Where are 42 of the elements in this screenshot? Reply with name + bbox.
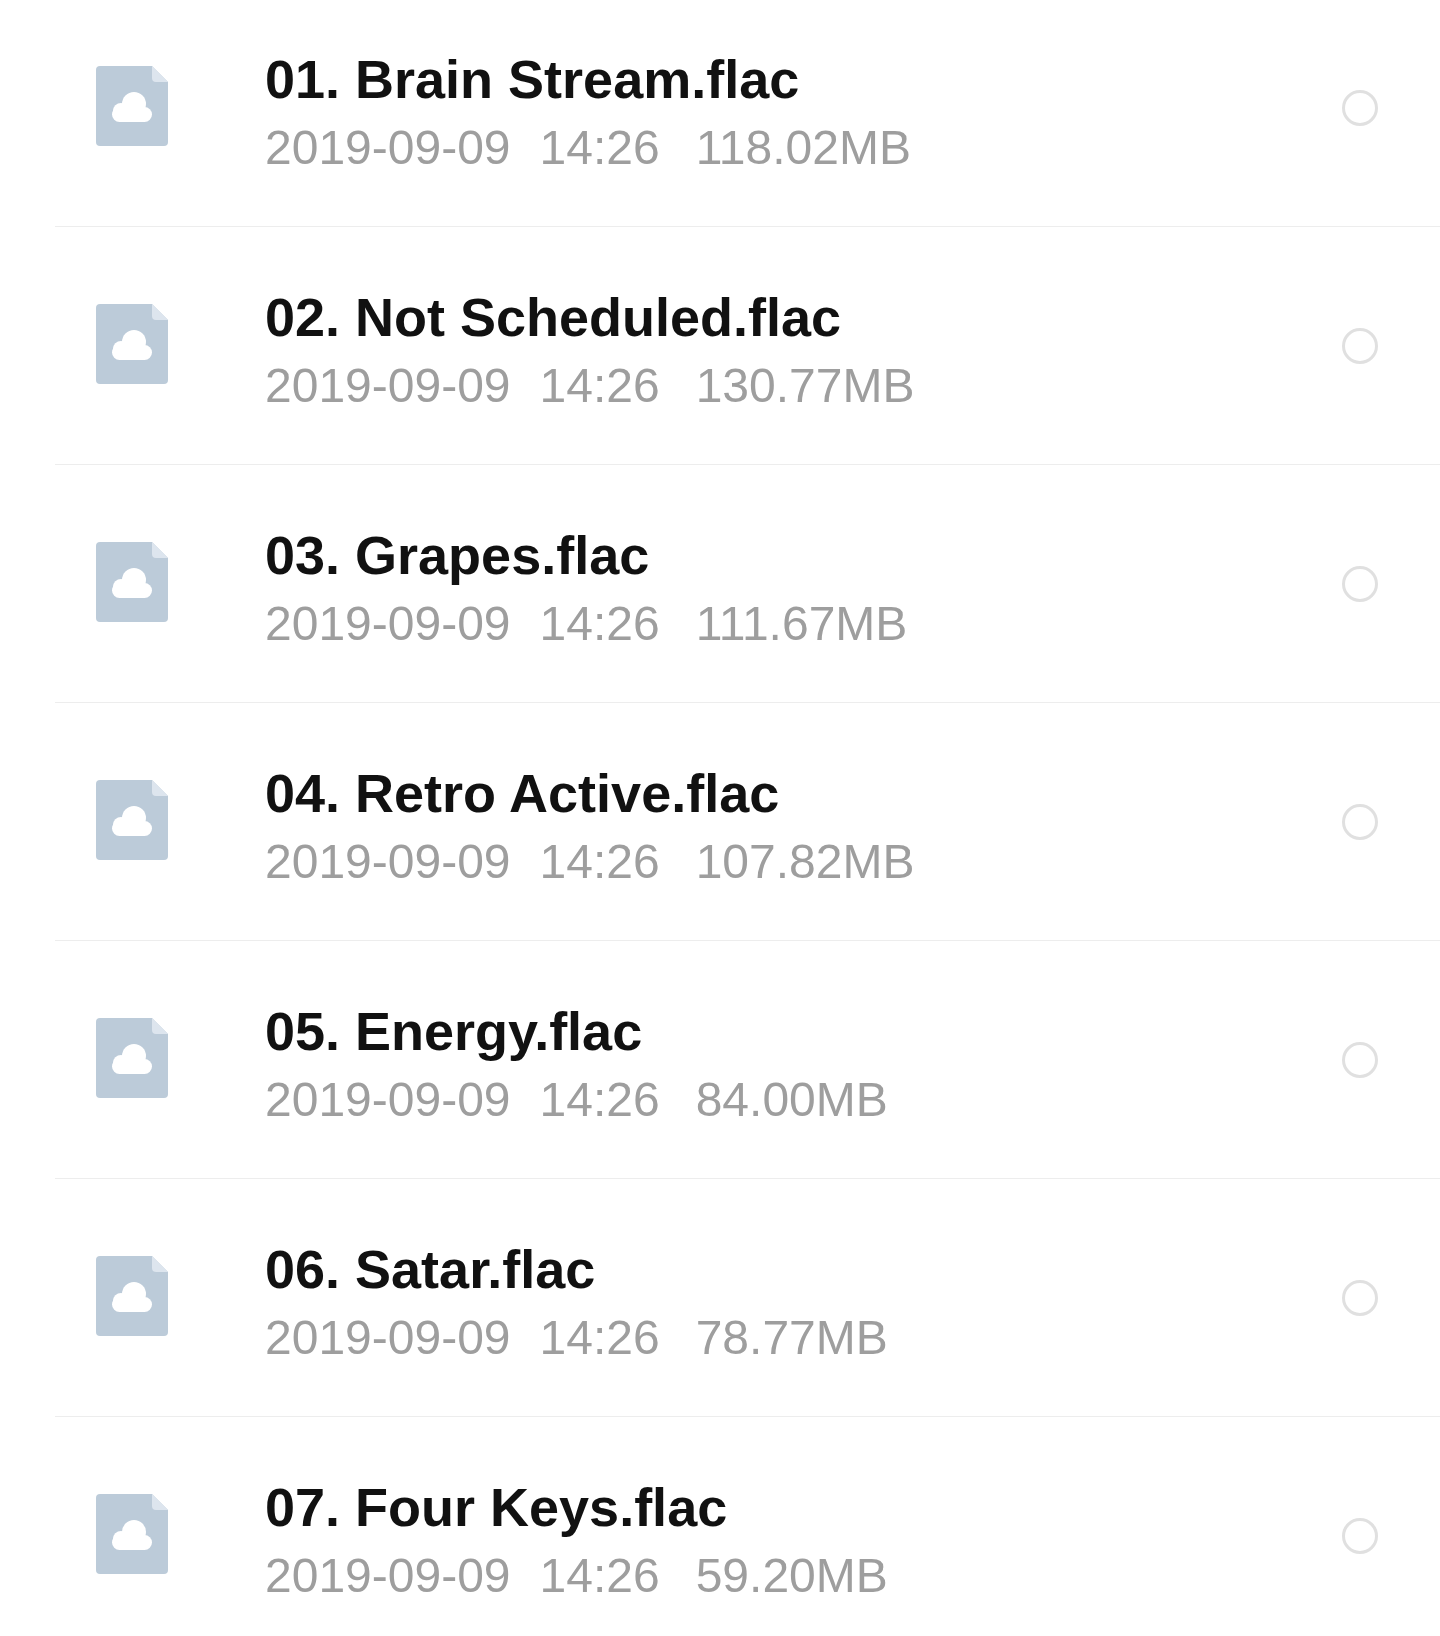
select-radio[interactable] (1342, 90, 1378, 126)
file-time: 14:26 (539, 358, 660, 414)
file-cloud-icon (96, 780, 168, 860)
file-name: 07. Four Keys.flac (265, 1476, 728, 1539)
file-name: 06. Satar.flac (265, 1238, 596, 1301)
file-date: 2019-09-09 (265, 1548, 511, 1604)
file-cloud-icon (96, 304, 168, 384)
file-size: 78.77MB (695, 1310, 888, 1366)
file-cloud-icon (96, 1256, 168, 1336)
file-time: 14:26 (539, 120, 660, 176)
file-name: 04. Retro Active.flac (265, 762, 780, 825)
select-radio[interactable] (1342, 1042, 1378, 1078)
select-radio[interactable] (1342, 1518, 1378, 1554)
select-radio[interactable] (1342, 328, 1378, 364)
file-name: 01. Brain Stream.flac (265, 48, 800, 111)
file-time: 14:26 (539, 1548, 660, 1604)
file-time: 14:26 (539, 834, 660, 890)
file-cloud-icon (96, 66, 168, 146)
file-date: 2019-09-09 (265, 120, 511, 176)
file-cloud-icon (96, 1018, 168, 1098)
file-cloud-icon (96, 1494, 168, 1574)
file-date: 2019-09-09 (265, 596, 511, 652)
file-size: 111.67MB (695, 596, 908, 652)
file-date: 2019-09-09 (265, 1072, 511, 1128)
file-size: 118.02MB (695, 120, 911, 176)
select-radio[interactable] (1342, 1280, 1378, 1316)
file-date: 2019-09-09 (265, 834, 511, 890)
file-size: 84.00MB (695, 1072, 888, 1128)
file-size: 59.20MB (695, 1548, 888, 1604)
select-radio[interactable] (1342, 804, 1378, 840)
file-name: 02. Not Scheduled.flac (265, 286, 842, 349)
file-time: 14:26 (539, 1310, 660, 1366)
file-time: 14:26 (539, 1072, 660, 1128)
file-date: 2019-09-09 (265, 358, 511, 414)
file-name: 03. Grapes.flac (265, 524, 650, 587)
select-radio[interactable] (1342, 566, 1378, 602)
file-time: 14:26 (539, 596, 660, 652)
file-size: 130.77MB (695, 358, 915, 414)
file-name: 05. Energy.flac (265, 1000, 643, 1063)
file-size: 107.82MB (695, 834, 915, 890)
file-date: 2019-09-09 (265, 1310, 511, 1366)
file-cloud-icon (96, 542, 168, 622)
